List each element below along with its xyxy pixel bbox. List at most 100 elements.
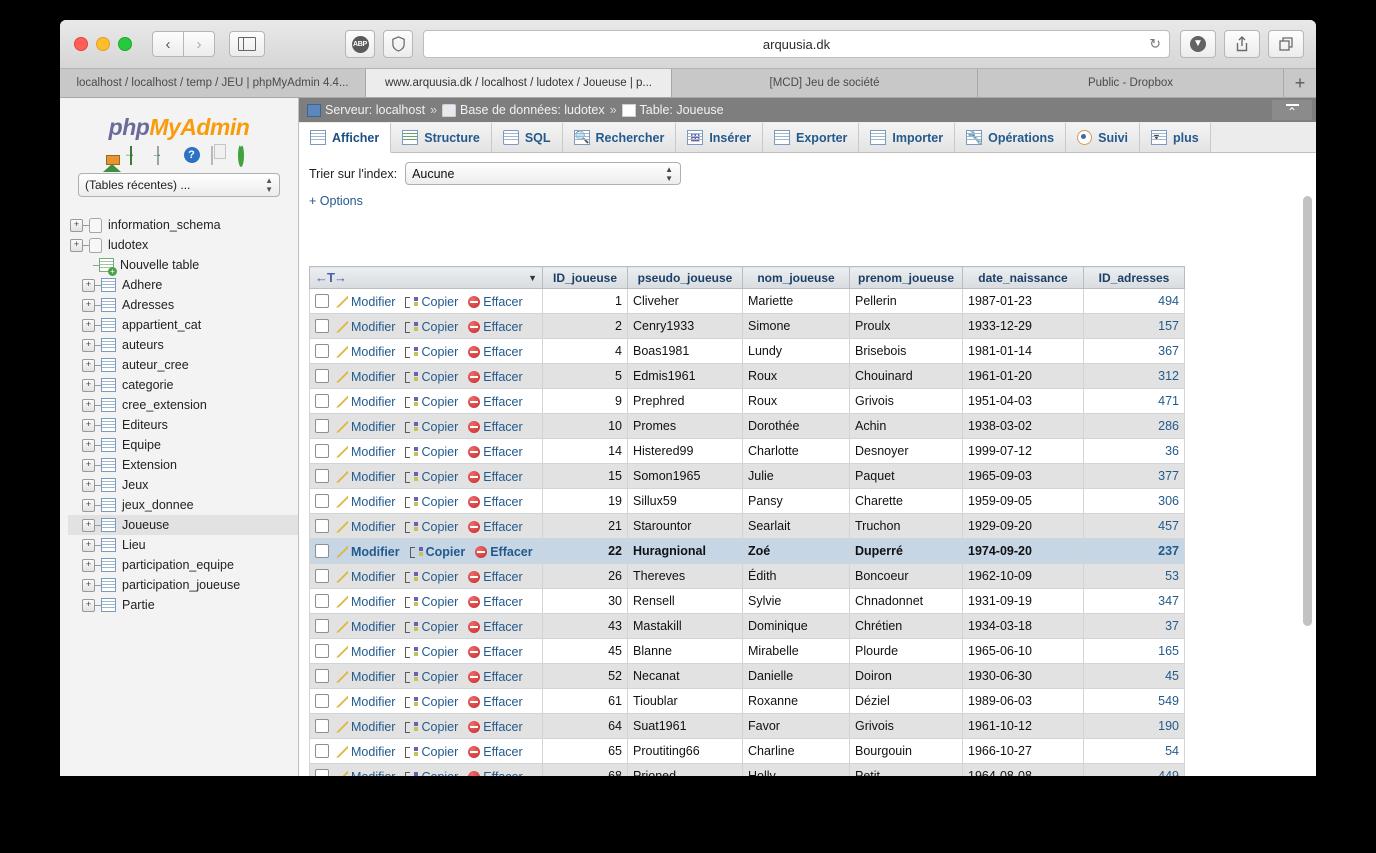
sql-query-icon[interactable]: [156, 146, 175, 165]
tree-item-partie[interactable]: + Partie: [68, 595, 298, 615]
tree-item-nouvelle table[interactable]: Nouvelle table: [68, 255, 298, 276]
chevron-down-icon[interactable]: ▼: [528, 273, 537, 283]
tab-importer[interactable]: Importer: [859, 123, 956, 152]
edit-link[interactable]: Modifier: [351, 570, 395, 584]
row-checkbox[interactable]: [315, 468, 329, 483]
delete-link[interactable]: Effacer: [483, 620, 522, 634]
home-icon[interactable]: [102, 147, 121, 172]
delete-link[interactable]: Effacer: [483, 695, 522, 709]
copy-icon[interactable]: [405, 446, 419, 458]
tab-exporter[interactable]: Exporter: [763, 123, 860, 152]
downloads-button[interactable]: ▼: [1180, 30, 1216, 58]
copy-icon[interactable]: [405, 646, 419, 658]
cell-id-adresses[interactable]: 306: [1083, 488, 1185, 514]
row-checkbox[interactable]: [315, 318, 329, 333]
table-row[interactable]: Modifier Copier Effacer 26 Thereves Édith Bonc…: [309, 563, 1185, 589]
copy-icon[interactable]: [409, 546, 423, 558]
maximize-window-button[interactable]: [118, 37, 132, 51]
edit-link[interactable]: Modifier: [351, 720, 395, 734]
expand-icon[interactable]: +: [82, 338, 95, 352]
sidebar-toggle-button[interactable]: [229, 31, 265, 57]
tree-item-participation-joueuse[interactable]: + participation_joueuse: [68, 575, 298, 595]
tab-structure[interactable]: Structure: [391, 123, 492, 152]
delete-link[interactable]: Effacer: [483, 645, 522, 659]
delete-link[interactable]: Effacer: [483, 595, 522, 609]
results-scrollbar[interactable]: [1303, 196, 1312, 776]
tree-item-auteurs[interactable]: + auteurs: [68, 335, 298, 355]
cell-id-adresses[interactable]: 54: [1083, 738, 1185, 764]
edit-icon[interactable]: [336, 670, 348, 683]
row-checkbox[interactable]: [315, 293, 329, 308]
delete-icon[interactable]: [468, 745, 481, 758]
delete-icon[interactable]: [468, 720, 481, 733]
column-header-id-adresses[interactable]: ID_adresses: [1083, 266, 1185, 289]
tab-plus[interactable]: ▼ plus: [1140, 123, 1211, 152]
tree-item-joueuse[interactable]: + Joueuse: [68, 515, 298, 535]
expand-icon[interactable]: +: [82, 278, 95, 292]
row-checkbox[interactable]: [315, 618, 329, 633]
row-checkbox[interactable]: [315, 543, 329, 558]
edit-icon[interactable]: [336, 545, 348, 558]
copy-icon[interactable]: [405, 371, 419, 383]
cell-id-adresses[interactable]: 367: [1083, 338, 1185, 364]
copy-link[interactable]: Copier: [421, 595, 458, 609]
browser-tab-3[interactable]: Public - Dropbox: [978, 69, 1284, 97]
phpmyadmin-logo[interactable]: phpMyAdmin: [60, 114, 298, 141]
edit-icon[interactable]: [336, 420, 348, 433]
cell-id-adresses[interactable]: 457: [1083, 513, 1185, 539]
row-checkbox[interactable]: [315, 418, 329, 433]
edit-link[interactable]: Modifier: [351, 420, 395, 434]
copy-link[interactable]: Copier: [421, 695, 458, 709]
edit-link[interactable]: Modifier: [351, 645, 395, 659]
edit-link[interactable]: Modifier: [351, 370, 395, 384]
tab-oprations[interactable]: 🔧 Opérations: [955, 123, 1067, 152]
edit-link[interactable]: Modifier: [351, 470, 395, 484]
cell-id-adresses[interactable]: 165: [1083, 638, 1185, 664]
edit-link[interactable]: Modifier: [351, 520, 395, 534]
logout-icon[interactable]: [129, 146, 148, 165]
address-bar[interactable]: arquusia.dk ↻: [423, 30, 1170, 58]
breadcrumb-server[interactable]: Serveur: localhost: [325, 103, 425, 117]
delete-icon[interactable]: [468, 320, 481, 333]
expand-icon[interactable]: +: [82, 458, 95, 472]
delete-icon[interactable]: [475, 545, 488, 558]
tree-item-lieu[interactable]: + Lieu: [68, 535, 298, 555]
tab-insrer[interactable]: ⊞ Insérer: [676, 123, 764, 152]
copy-icon[interactable]: [405, 596, 419, 608]
copy-link[interactable]: Copier: [421, 495, 458, 509]
copy-icon[interactable]: [405, 671, 419, 683]
table-row[interactable]: Modifier Copier Effacer 1 Cliveher Mariette Pe…: [309, 288, 1185, 314]
new-tab-button[interactable]: +: [1284, 69, 1316, 97]
edit-icon[interactable]: [336, 445, 348, 458]
expand-icon[interactable]: +: [82, 398, 95, 412]
cell-id-adresses[interactable]: 36: [1083, 438, 1185, 464]
cell-id-adresses[interactable]: 53: [1083, 563, 1185, 589]
copy-icon[interactable]: [405, 621, 419, 633]
delete-link[interactable]: Effacer: [483, 495, 522, 509]
copy-link[interactable]: Copier: [421, 620, 458, 634]
tree-item-cree-extension[interactable]: + cree_extension: [68, 395, 298, 415]
delete-icon[interactable]: [468, 770, 481, 776]
table-row[interactable]: Modifier Copier Effacer 43 Mastakill Dominiqu…: [309, 613, 1185, 639]
window-controls[interactable]: [74, 37, 132, 51]
collapse-panel-button[interactable]: ⌃: [1272, 100, 1312, 120]
tree-item-categorie[interactable]: + categorie: [68, 375, 298, 395]
row-checkbox[interactable]: [315, 718, 329, 733]
transpose-icon[interactable]: ←T→: [315, 270, 347, 285]
row-checkbox[interactable]: [315, 393, 329, 408]
row-checkbox[interactable]: [315, 768, 329, 776]
edit-icon[interactable]: [336, 620, 348, 633]
tab-suivi[interactable]: Suivi: [1066, 123, 1140, 152]
delete-link[interactable]: Effacer: [483, 720, 522, 734]
delete-icon[interactable]: [468, 595, 481, 608]
tree-item-editeurs[interactable]: + Editeurs: [68, 415, 298, 435]
delete-icon[interactable]: [468, 445, 481, 458]
cell-id-adresses[interactable]: 549: [1083, 688, 1185, 714]
column-header-pseudo-joueuse[interactable]: pseudo_joueuse: [627, 266, 743, 289]
reload-icon[interactable]: ↻: [1149, 36, 1161, 53]
copy-link[interactable]: Copier: [421, 470, 458, 484]
delete-link[interactable]: Effacer: [483, 770, 522, 777]
copy-link[interactable]: Copier: [421, 670, 458, 684]
options-toggle-link[interactable]: + Options: [309, 194, 1316, 208]
row-checkbox[interactable]: [315, 568, 329, 583]
